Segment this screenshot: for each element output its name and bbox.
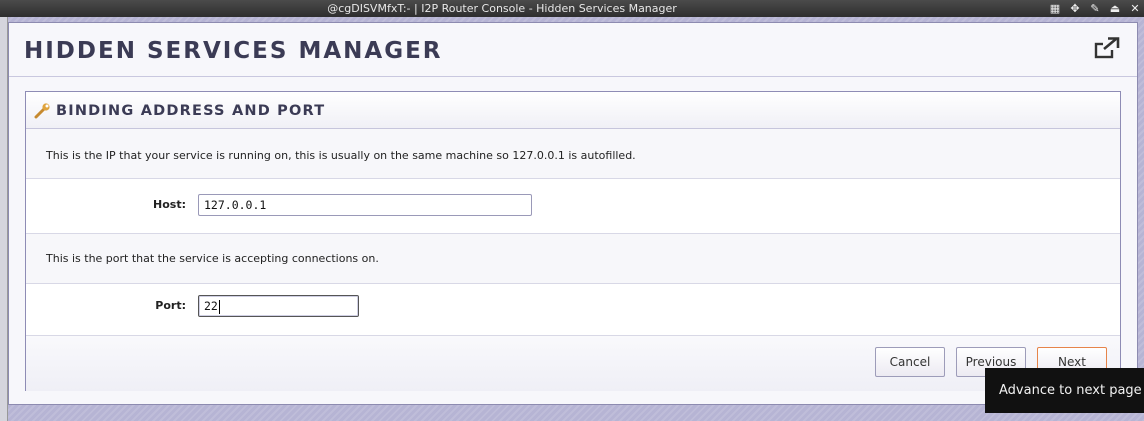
port-description-row: This is the port that the service is acc…: [26, 234, 1120, 284]
host-input[interactable]: 127.0.0.1: [198, 194, 532, 216]
page-title: HIDDEN SERVICES MANAGER: [24, 38, 443, 64]
wrench-icon: [34, 103, 50, 119]
panel-title: BINDING ADDRESS AND PORT: [56, 103, 326, 119]
shade-icon[interactable]: ⏏: [1108, 1, 1122, 16]
pin-icon[interactable]: ✎: [1088, 1, 1102, 16]
host-description: This is the IP that your service is runn…: [46, 149, 636, 162]
port-input-value: 22: [204, 299, 218, 313]
external-link-icon[interactable]: [1094, 37, 1120, 59]
host-label: Host:: [153, 198, 186, 211]
next-button-tooltip: Advance to next page: [985, 368, 1144, 413]
panel-header: BINDING ADDRESS AND PORT: [26, 92, 1120, 129]
page-header: HIDDEN SERVICES MANAGER: [9, 23, 1137, 77]
text-caret: [218, 299, 220, 314]
host-description-row: This is the IP that your service is runn…: [26, 129, 1120, 179]
window-controls: ▦ ✥ ✎ ⏏ ✕: [1048, 1, 1142, 16]
port-description: This is the port that the service is acc…: [46, 252, 379, 265]
window-left-border: [0, 17, 8, 421]
close-icon[interactable]: ✕: [1128, 1, 1142, 16]
window-titlebar: @cgDISVMfxT:- | I2P Router Console - Hid…: [0, 0, 1144, 17]
cancel-button[interactable]: Cancel: [875, 347, 945, 377]
binding-panel: BINDING ADDRESS AND PORT This is the IP …: [25, 91, 1121, 391]
port-input[interactable]: 22: [198, 295, 359, 317]
port-row: Port: 22: [26, 284, 1120, 336]
main-page: HIDDEN SERVICES MANAGER BINDING ADDRESS …: [8, 22, 1138, 405]
panel-footer: Cancel Previous Next: [26, 336, 1120, 391]
window-title: @cgDISVMfxT:- | I2P Router Console - Hid…: [327, 2, 677, 15]
grid-icon[interactable]: ▦: [1048, 1, 1062, 16]
port-label: Port:: [155, 299, 186, 312]
host-row: Host: 127.0.0.1: [26, 179, 1120, 234]
move-icon[interactable]: ✥: [1068, 1, 1082, 16]
